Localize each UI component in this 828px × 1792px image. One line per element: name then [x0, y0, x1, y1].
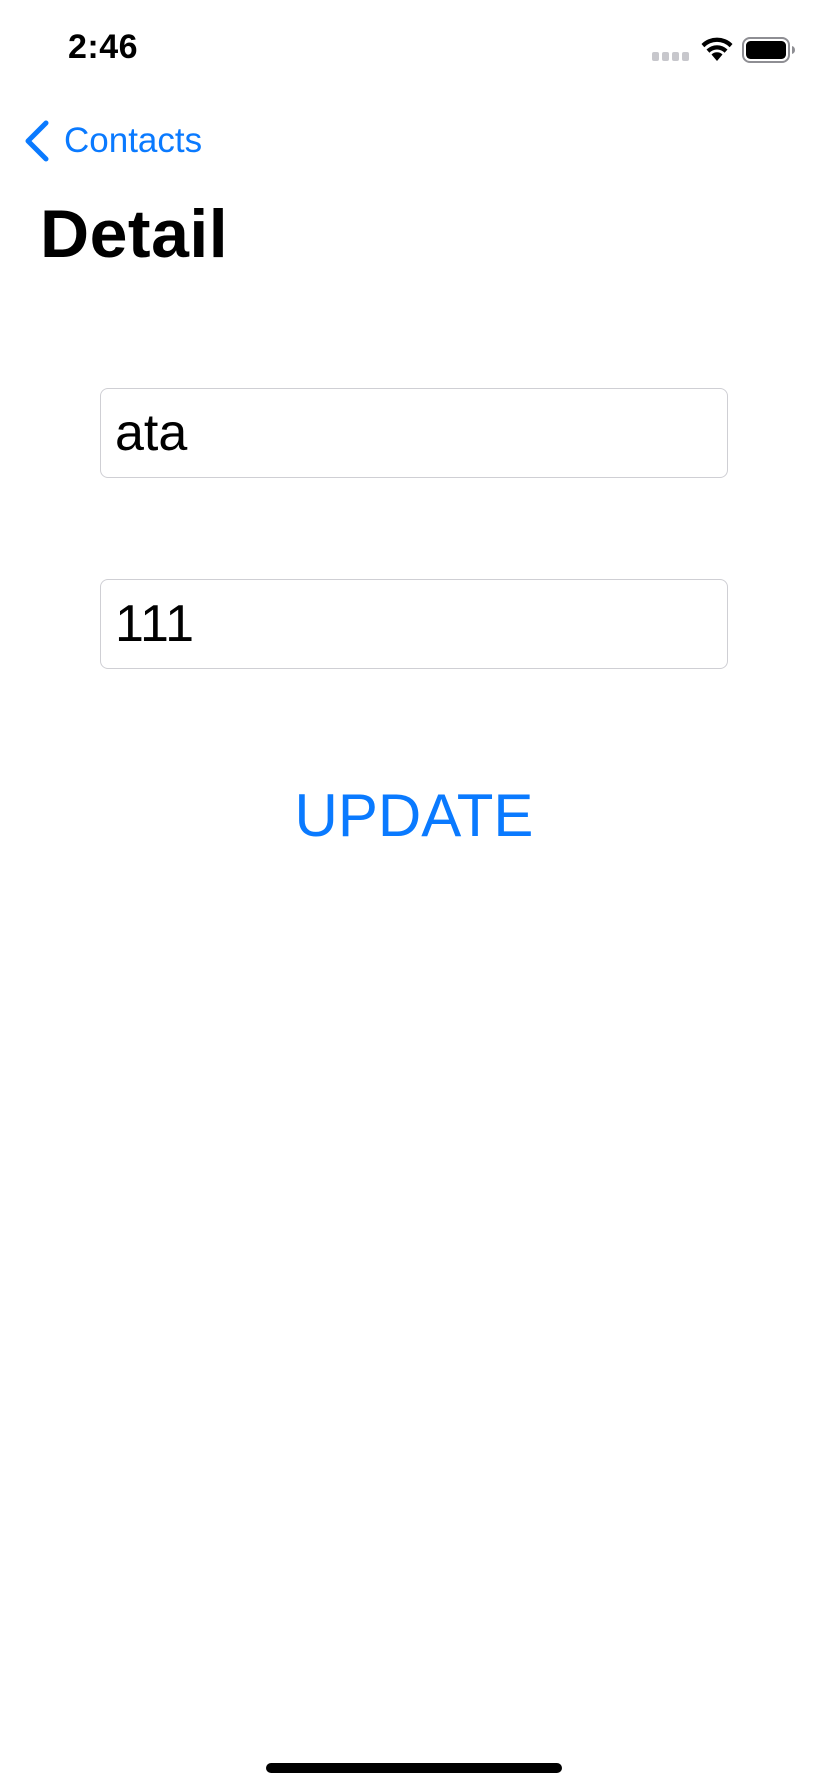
back-button[interactable]: Contacts — [22, 116, 202, 166]
wifi-icon — [701, 37, 733, 61]
update-button[interactable]: UPDATE — [0, 775, 828, 855]
name-field[interactable] — [100, 388, 728, 478]
battery-icon — [742, 37, 795, 63]
chevron-left-icon — [25, 120, 49, 162]
home-indicator — [266, 1763, 562, 1773]
back-button-label: Contacts — [64, 121, 203, 160]
phone-field[interactable] — [100, 579, 728, 669]
cellular-signal-icon — [652, 52, 692, 62]
status-time: 2:46 — [68, 28, 139, 66]
page-title: Detail — [40, 196, 229, 272]
status-bar: 2:46 — [0, 0, 828, 100]
